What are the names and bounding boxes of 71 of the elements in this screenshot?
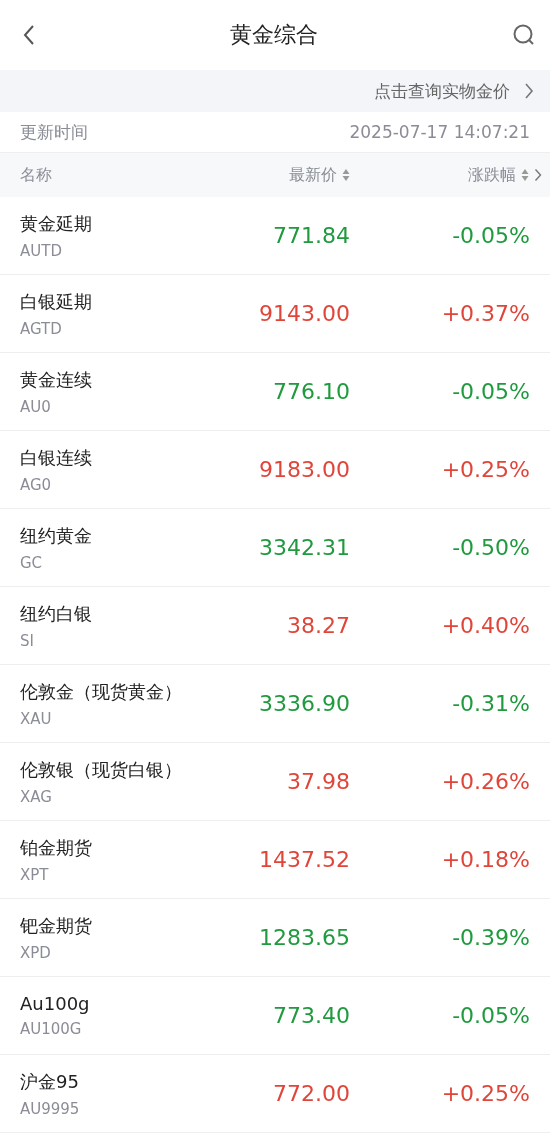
change-percent: -0.39% [451,925,530,950]
price: 1283.65 [258,925,350,950]
change-percent: +0.37% [440,301,530,326]
instrument-name: 黄金连续 [20,367,93,392]
price: 771.84 [272,223,350,248]
instrument-code: SI [20,631,35,650]
change-percent: -0.31% [451,691,530,716]
quote-row[interactable]: 黄金连续 AU0 776.10 -0.05% [0,353,550,431]
quote-row[interactable]: Au100g AU100G 773.40 -0.05% [0,977,550,1055]
price: 3342.31 [258,535,350,560]
change-percent: +0.25% [440,1081,530,1106]
banner-link[interactable]: 点击查询实物金价 [0,70,550,112]
instrument-name: 铂金期货 [20,835,93,860]
chevron-right-icon [524,83,534,99]
quote-row[interactable]: 伦敦金（现货黄金） XAU 3336.90 -0.31% [0,665,550,743]
instrument-code: AU100G [20,1020,83,1038]
instrument-name: 钯金期货 [20,913,93,938]
update-time: 2025-07-17 14:07:21 [349,122,530,142]
price: 38.27 [286,613,350,638]
quote-row[interactable]: 白银连续 AG0 9183.00 +0.25% [0,431,550,509]
sort-icon [342,168,350,182]
quote-row[interactable]: 白银延期 AGTD 9143.00 +0.37% [0,275,550,353]
instrument-code: AUTD [20,241,63,260]
quote-row[interactable]: 铂金期货 XPT 1437.52 +0.18% [0,821,550,899]
instrument-code: XAG [20,787,53,806]
change-percent: +0.25% [440,457,530,482]
instrument-code: AU0 [20,397,52,416]
change-percent: -0.50% [451,535,530,560]
instrument-code: AG0 [20,475,53,494]
instrument-code: XPT [20,865,50,884]
price: 37.98 [286,769,350,794]
instrument-name: 白银延期 [20,289,93,314]
search-icon[interactable] [512,23,536,47]
quote-row[interactable]: 黄金延期 AUTD 771.84 -0.05% [0,197,550,275]
change-percent: +0.40% [440,613,530,638]
price: 1437.52 [258,847,350,872]
instrument-name: 白银连续 [20,445,93,470]
price: 3336.90 [258,691,350,716]
instrument-code: XAU [20,709,53,728]
update-label: 更新时间 [20,120,88,144]
back-icon[interactable] [22,24,36,46]
price: 772.00 [272,1081,350,1106]
price: 773.40 [272,1003,350,1028]
instrument-name: Au100g [20,993,91,1014]
quote-row[interactable]: 钯金期货 XPD 1283.65 -0.39% [0,899,550,977]
quote-row[interactable]: 沪金95 AU9995 772.00 +0.25% [0,1055,550,1133]
instrument-name: 伦敦银（现货白银） [20,757,183,782]
instrument-code: GC [20,553,44,572]
instrument-code: AU9995 [20,1099,81,1118]
quote-row[interactable]: 纽约黄金 GC 3342.31 -0.50% [0,509,550,587]
instrument-name: 沪金95 [20,1069,80,1094]
change-percent: -0.05% [451,379,530,404]
price: 776.10 [272,379,350,404]
change-percent: +0.18% [440,847,530,872]
instrument-name: 黄金延期 [20,211,93,236]
page-title: 黄金综合 [230,21,318,49]
change-percent: -0.05% [451,223,530,248]
sort-icon [521,168,529,182]
instrument-name: 纽约白银 [20,601,93,626]
instrument-name: 纽约黄金 [20,523,93,548]
quote-row[interactable]: 纽约白银 SI 38.27 +0.40% [0,587,550,665]
instrument-code: XPD [20,943,52,962]
instrument-code: AGTD [20,319,63,338]
price: 9183.00 [258,457,350,482]
chevron-right-icon [534,168,542,182]
change-percent: +0.26% [440,769,530,794]
instrument-name: 伦敦金（现货黄金） [20,679,183,704]
change-percent: -0.05% [451,1003,530,1028]
price: 9143.00 [258,301,350,326]
quote-row[interactable]: 伦敦银（现货白银） XAG 37.98 +0.26% [0,743,550,821]
column-header: 名称 [20,164,53,186]
